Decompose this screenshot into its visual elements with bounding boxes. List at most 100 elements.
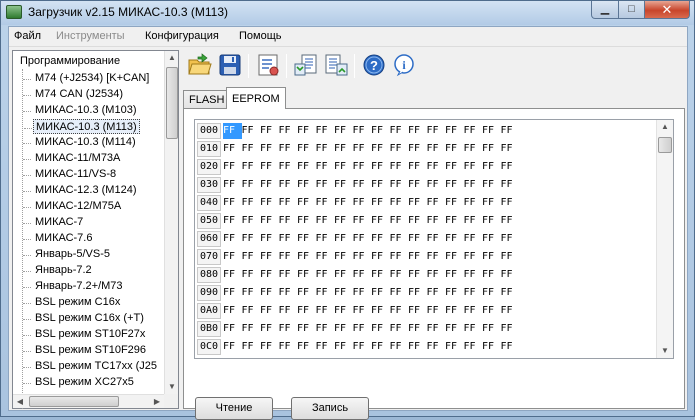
tree-item[interactable]: BSL режим ST10F296 — [22, 343, 148, 358]
scroll-left-icon[interactable]: ◀ — [13, 395, 27, 409]
hex-byte-cell[interactable]: FF — [501, 285, 520, 301]
hex-byte-cell[interactable]: FF — [427, 285, 446, 301]
hex-byte-cell[interactable]: FF — [501, 267, 520, 283]
hex-byte-cell[interactable]: FF — [501, 231, 520, 247]
hex-byte-cell[interactable]: FF — [501, 339, 520, 355]
hex-byte-cell[interactable]: FF — [445, 249, 464, 265]
hex-byte-cell[interactable]: FF — [334, 339, 353, 355]
hex-byte-cell[interactable]: FF — [297, 213, 316, 229]
hex-byte-cell[interactable]: FF — [242, 177, 261, 193]
hex-byte-cell[interactable]: FF — [316, 123, 335, 139]
hex-byte-cell[interactable]: FF — [427, 321, 446, 337]
hex-byte-cell[interactable]: FF — [260, 303, 279, 319]
hex-byte-cell[interactable]: FF — [390, 231, 409, 247]
hex-byte-cell[interactable]: FF — [242, 303, 261, 319]
hex-byte-cell[interactable]: FF — [390, 249, 409, 265]
hex-byte-cell[interactable]: FF — [445, 267, 464, 283]
hex-byte-cell[interactable]: FF — [353, 231, 372, 247]
tab-flash[interactable]: FLASH — [183, 90, 227, 109]
hex-byte-cell[interactable]: FF — [371, 249, 390, 265]
hex-byte-cell[interactable]: FF — [464, 195, 483, 211]
hex-byte-cell[interactable]: FF — [408, 195, 427, 211]
hex-byte-cell[interactable]: FF — [297, 195, 316, 211]
hex-byte-cell[interactable]: FF — [279, 213, 298, 229]
hex-byte-cell[interactable]: FF — [260, 249, 279, 265]
help-icon[interactable]: ? — [361, 52, 387, 78]
scroll-down-icon[interactable]: ▼ — [165, 380, 179, 394]
hex-byte-cell[interactable]: FF — [223, 249, 242, 265]
hex-byte-cell[interactable]: FF — [482, 249, 501, 265]
hex-byte-cell[interactable]: FF — [223, 267, 242, 283]
hex-byte-cell[interactable]: FF — [297, 267, 316, 283]
hex-byte-cell[interactable]: FF — [408, 141, 427, 157]
hex-byte-cell[interactable]: FF — [427, 303, 446, 319]
hex-byte-cell[interactable]: FF — [279, 177, 298, 193]
hex-byte-cell[interactable]: FF — [260, 285, 279, 301]
hex-byte-cell[interactable]: FF — [390, 213, 409, 229]
hex-byte-cell[interactable]: FF — [316, 267, 335, 283]
ecu-tree[interactable]: Программирование M74 (+J2534) [K+CAN] M74… — [12, 50, 179, 409]
hex-byte-cell[interactable]: FF — [334, 285, 353, 301]
hex-byte-cell[interactable]: FF — [482, 141, 501, 157]
tree-item[interactable]: МИКАС-7 — [22, 215, 85, 230]
hex-byte-cell[interactable]: FF — [445, 285, 464, 301]
hex-byte-cell[interactable]: FF — [279, 141, 298, 157]
minimize-button[interactable]: ▁ — [591, 1, 619, 19]
hex-byte-cell[interactable]: FF — [242, 267, 261, 283]
tree-item[interactable]: МИКАС-10.3 (M114) — [23, 135, 138, 150]
hex-byte-cell[interactable]: FF — [242, 195, 261, 211]
hex-byte-cell[interactable]: FF — [371, 159, 390, 175]
hex-byte-cell[interactable]: FF — [334, 267, 353, 283]
hex-byte-cell[interactable]: FF — [260, 195, 279, 211]
hex-byte-cell[interactable]: FF — [408, 267, 427, 283]
hex-byte-cell[interactable]: FF — [223, 303, 242, 319]
hex-byte-cell[interactable]: FF — [316, 231, 335, 247]
hex-byte-cell[interactable]: FF — [427, 267, 446, 283]
hex-byte-cell[interactable]: FF — [408, 159, 427, 175]
hex-byte-cell[interactable]: FF — [297, 177, 316, 193]
hex-byte-cell[interactable]: FF — [482, 123, 501, 139]
hex-byte-cell[interactable]: FF — [316, 141, 335, 157]
hex-byte-cell[interactable]: FF — [316, 195, 335, 211]
hex-byte-cell[interactable]: FF — [353, 159, 372, 175]
hex-byte-cell[interactable]: FF — [334, 231, 353, 247]
hex-byte-cell[interactable]: FF — [390, 321, 409, 337]
hex-byte-cell[interactable]: FF — [316, 303, 335, 319]
hex-byte-cell[interactable]: FF — [501, 141, 520, 157]
scroll-up-icon[interactable]: ▲ — [657, 120, 673, 134]
hex-byte-cell[interactable]: FF — [408, 303, 427, 319]
hex-byte-cell[interactable]: FF — [501, 249, 520, 265]
save-disk-icon[interactable] — [217, 52, 243, 78]
tree-item[interactable]: BSL режим C16x — [22, 295, 122, 310]
hex-byte-cell[interactable]: FF — [260, 141, 279, 157]
tree-item[interactable]: Январь-5/VS-5 — [23, 247, 112, 262]
menu-tools[interactable]: Инструменты — [56, 30, 125, 42]
hex-byte-cell[interactable]: FF — [427, 339, 446, 355]
hex-byte-cell[interactable]: FF — [482, 321, 501, 337]
hex-byte-cell[interactable]: FF — [223, 321, 242, 337]
hex-byte-cell[interactable]: FF — [223, 195, 242, 211]
hex-byte-cell[interactable]: FF — [408, 213, 427, 229]
hex-byte-cell[interactable]: FF — [334, 321, 353, 337]
hex-byte-cell[interactable]: FF — [445, 177, 464, 193]
hex-byte-cell[interactable]: FF — [371, 213, 390, 229]
hex-editor[interactable]: 000 FF FF FF FF FF FF FF FF FF FF FF FF FF FF FF FF 010 FF… — [194, 119, 674, 359]
hex-byte-cell[interactable]: FF — [482, 159, 501, 175]
hex-byte-cell[interactable]: FF — [279, 231, 298, 247]
hex-byte-cell[interactable]: FF — [427, 123, 446, 139]
hex-byte-cell[interactable]: FF — [260, 267, 279, 283]
hex-byte-cell[interactable]: FF — [464, 213, 483, 229]
hex-byte-cell[interactable]: FF — [223, 159, 242, 175]
tree-item[interactable]: BSL режим TC17xx (J25 — [22, 359, 159, 374]
hex-byte-cell[interactable]: FF — [242, 249, 261, 265]
hex-byte-cell[interactable]: FF — [427, 195, 446, 211]
tree-item[interactable]: Январь-7.2+/M73 — [23, 279, 125, 294]
hex-byte-cell[interactable]: FF — [371, 177, 390, 193]
hex-byte-cell[interactable]: FF — [408, 285, 427, 301]
hex-byte-cell[interactable]: FF — [353, 267, 372, 283]
hex-byte-cell[interactable]: FF — [223, 339, 242, 355]
hex-byte-cell[interactable]: FF — [223, 231, 242, 247]
hex-byte-cell[interactable]: FF — [353, 123, 372, 139]
hex-byte-cell[interactable]: FF — [279, 195, 298, 211]
hex-byte-cell[interactable]: FF — [316, 321, 335, 337]
